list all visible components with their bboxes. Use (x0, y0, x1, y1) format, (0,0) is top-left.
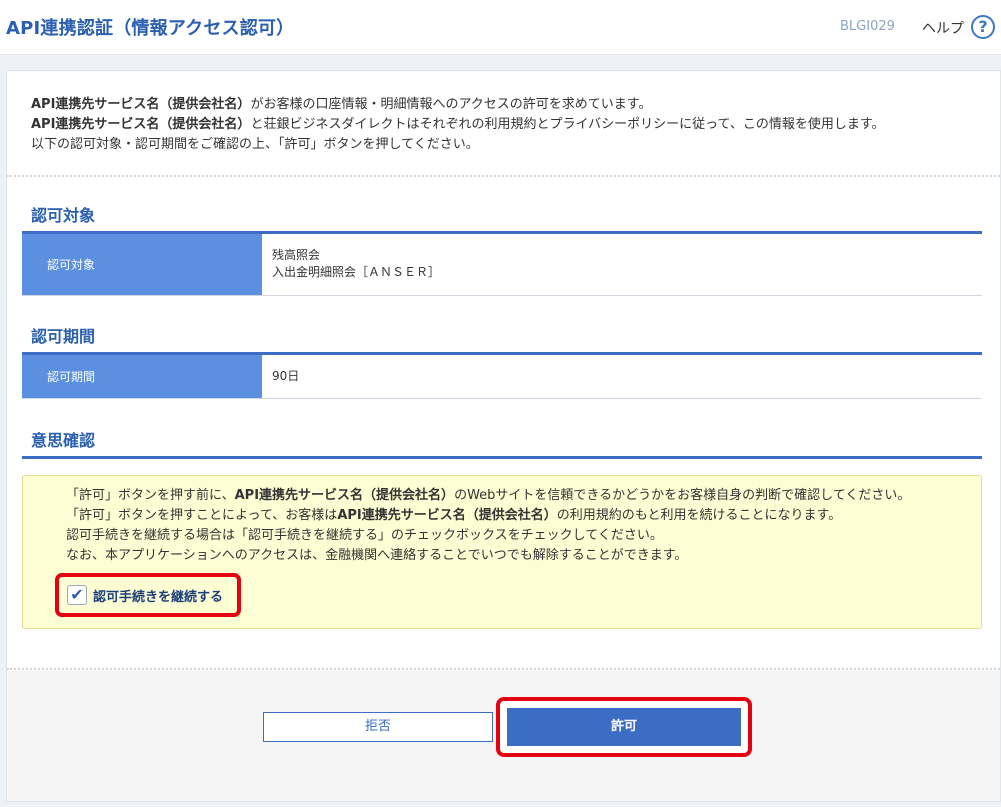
service-name: API連携先サービス名（提供会社名） (31, 117, 251, 132)
scope-value-balance: 残高照会 (272, 248, 321, 262)
scope-row: 認可対象 残高照会 入出金明細照会［ＡＮＳＥＲ］ (22, 234, 982, 296)
consent-notice: 「許可」ボタンを押す前に、API連携先サービス名（提供会社名）のWebサイトを信… (22, 475, 982, 629)
section-title-period: 認可期間 (31, 327, 96, 346)
continue-checkbox-highlight: ✔ 認可手続きを継続する (55, 573, 241, 617)
consent-line2-pre: 「許可」ボタンを押すことによって、お客様は (66, 508, 338, 523)
main-card: API連携先サービス名（提供会社名）がお客様の口座情報・明細情報へのアクセスの許… (6, 70, 1001, 802)
page-title: API連携認証（情報アクセス認可） (6, 18, 295, 39)
reject-button[interactable]: 拒否 (263, 712, 493, 742)
intro-line2: と荘銀ビジネスダイレクトはそれぞれの利用規約とプライバシーポリシーに従って、この… (250, 117, 885, 132)
help-link[interactable]: ヘルプ (922, 18, 964, 38)
consent-line1-post: のWebサイトを信頼できるかどうかをお客様自身の判断で確認してください。 (454, 488, 911, 503)
action-footer: 拒否 許可 (7, 671, 1000, 801)
checkmark-icon: ✔ (70, 585, 84, 604)
period-label: 認可期間 (22, 355, 262, 398)
consent-line2-post: の利用規約のもと利用を続けることになります。 (556, 508, 842, 523)
service-name: API連携先サービス名（提供会社名） (234, 488, 455, 503)
help-icon[interactable]: ? (971, 15, 995, 39)
consent-text: 「許可」ボタンを押す前に、API連携先サービス名（提供会社名）のWebサイトを信… (66, 486, 910, 566)
intro-line3: 以下の認可対象・認可期間をご確認の上、「許可」ボタンを押してください。 (31, 137, 479, 152)
consent-line4: なお、本アプリケーションへのアクセスは、金融機関へ連絡することでいつでも解除する… (66, 548, 688, 563)
scope-value-transactions: 入出金明細照会［ＡＮＳＥＲ］ (272, 265, 441, 279)
section-title-scope: 認可対象 (31, 206, 96, 225)
allow-button-highlight: 許可 (496, 697, 752, 757)
scope-label: 認可対象 (22, 234, 262, 295)
service-name: API連携先サービス名（提供会社名） (337, 508, 557, 523)
continue-checkbox[interactable]: ✔ (67, 585, 87, 605)
continue-checkbox-label[interactable]: 認可手続きを継続する (93, 586, 223, 605)
consent-line3: 認可手続きを継続する場合は「認可手続きを継続する」のチェックボックスをチェックし… (66, 528, 663, 543)
period-value: 90日 (272, 369, 300, 383)
divider (7, 668, 1000, 670)
screen-id: BLGI029 (840, 19, 895, 34)
page-header: API連携認証（情報アクセス認可） BLGI029 ヘルプ ? (0, 0, 1001, 55)
service-name: API連携先サービス名（提供会社名） (31, 97, 251, 112)
allow-button[interactable]: 許可 (507, 708, 741, 746)
intro-text: API連携先サービス名（提供会社名）がお客様の口座情報・明細情報へのアクセスの許… (31, 95, 885, 155)
section-title-consent: 意思確認 (31, 431, 96, 450)
divider (7, 175, 1000, 177)
section-line (22, 456, 982, 459)
period-row: 認可期間 90日 (22, 355, 982, 399)
scope-values: 残高照会 入出金明細照会［ＡＮＳＥＲ］ (272, 247, 440, 281)
consent-line1-pre: 「許可」ボタンを押す前に、 (66, 488, 235, 503)
intro-line1: がお客様の口座情報・明細情報へのアクセスの許可を求めています。 (250, 97, 652, 112)
